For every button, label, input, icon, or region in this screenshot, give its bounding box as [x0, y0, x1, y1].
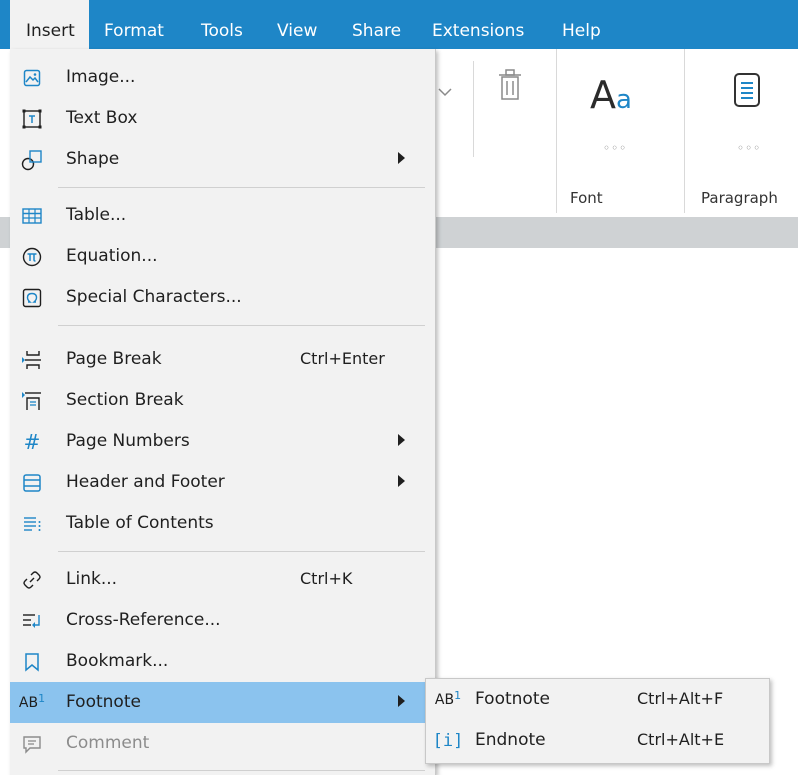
submenu-arrow-icon — [398, 434, 405, 446]
ribbon-separator — [556, 49, 557, 213]
menu-item-label: Cross-Reference... — [66, 610, 221, 630]
submenu-item-endnote[interactable]: [i] Endnote Ctrl+Alt+E — [426, 720, 769, 761]
font-more-button[interactable]: ◦◦◦ — [603, 141, 627, 155]
trash-icon[interactable] — [495, 67, 525, 103]
menu-item-header-and-footer[interactable]: Header and Footer — [10, 462, 435, 503]
submenu-arrow-icon — [398, 152, 405, 164]
ribbon-separator — [684, 49, 685, 213]
footnote-icon: AB 1 — [18, 691, 46, 712]
menu-item-label: Bookmark... — [66, 651, 169, 671]
menu-item-label: Link... — [66, 569, 118, 589]
menu-tools[interactable]: Tools — [201, 0, 243, 49]
menu-item-cross-reference[interactable]: Cross-Reference... — [10, 600, 435, 641]
ribbon-separator — [473, 61, 474, 157]
menu-item-label: Footnote — [66, 692, 141, 712]
omega-icon — [20, 286, 44, 310]
menu-item-page-break[interactable]: Page Break Ctrl+Enter — [10, 339, 435, 380]
toc-icon — [20, 512, 44, 536]
menu-item-label: Page Numbers — [66, 431, 190, 451]
cross-reference-icon — [20, 609, 44, 633]
menu-item-label: Section Break — [66, 390, 184, 410]
font-sample-small: a — [616, 85, 632, 115]
menu-item-image[interactable]: Image... — [10, 57, 435, 98]
submenu-arrow-icon — [398, 695, 405, 707]
chevron-down-icon[interactable] — [436, 83, 454, 101]
menu-item-table-of-contents[interactable]: Table of Contents — [10, 503, 435, 544]
menu-share[interactable]: Share — [352, 0, 401, 49]
menu-item-section-break[interactable]: Section Break — [10, 380, 435, 421]
menu-divider — [58, 551, 425, 552]
menu-item-label: Shape — [66, 149, 120, 169]
menu-item-shape[interactable]: Shape — [10, 139, 435, 180]
link-icon — [20, 568, 44, 592]
submenu-item-label: Footnote — [475, 689, 550, 709]
menu-insert[interactable]: Insert — [10, 0, 89, 49]
section-break-icon — [20, 389, 44, 413]
font-style-button[interactable]: Aa — [590, 73, 632, 117]
menu-help[interactable]: Help — [562, 0, 601, 49]
footnote-submenu: AB 1 Footnote Ctrl+Alt+F [i] Endnote Ctrl… — [425, 678, 770, 764]
menu-item-text-box[interactable]: Text Box — [10, 98, 435, 139]
image-icon — [20, 66, 44, 90]
pi-icon — [20, 245, 44, 269]
menu-item-shortcut: Ctrl+Enter — [300, 349, 385, 368]
font-sample-big: A — [590, 73, 616, 117]
submenu-arrow-icon — [398, 475, 405, 487]
menu-item-bookmark[interactable]: Bookmark... — [10, 641, 435, 682]
menu-item-label: Equation... — [66, 246, 158, 266]
menu-item-footnote[interactable]: AB 1 Footnote — [10, 682, 435, 723]
hash-icon: # — [23, 430, 41, 454]
menu-item-label: Text Box — [66, 108, 138, 128]
insert-menu: Image... Text Box Shape Table... Equatio… — [10, 49, 436, 775]
menu-extensions[interactable]: Extensions — [432, 0, 524, 49]
page-break-icon — [20, 348, 44, 372]
font-group-label: Font — [570, 189, 603, 207]
paragraph-icon[interactable] — [731, 72, 763, 108]
menu-item-label: Page Break — [66, 349, 162, 369]
comment-icon — [20, 732, 44, 756]
endnote-icon: [i] — [432, 731, 464, 751]
paragraph-more-button[interactable]: ◦◦◦ — [737, 141, 761, 155]
table-icon — [20, 204, 44, 228]
menu-item-label: Table... — [66, 205, 127, 225]
menu-item-shortcut: Ctrl+K — [300, 569, 353, 588]
shape-icon — [20, 148, 44, 172]
footnote-icon: AB 1 — [434, 688, 462, 709]
menu-item-label: Image... — [66, 67, 136, 87]
submenu-item-shortcut: Ctrl+Alt+F — [637, 689, 724, 708]
menu-item-table[interactable]: Table... — [10, 195, 435, 236]
menu-item-link[interactable]: Link... Ctrl+K — [10, 559, 435, 600]
menu-divider — [58, 325, 425, 326]
menu-bar: Insert Format Tools View Share Extension… — [0, 0, 798, 49]
menu-item-label: Header and Footer — [66, 472, 225, 492]
menu-item-page-numbers[interactable]: # Page Numbers — [10, 421, 435, 462]
menu-format[interactable]: Format — [104, 0, 164, 49]
menu-divider — [58, 187, 425, 188]
menu-item-label: Special Characters... — [66, 287, 242, 307]
menu-view[interactable]: View — [277, 0, 317, 49]
header-footer-icon — [20, 471, 44, 495]
text-box-icon — [20, 107, 44, 131]
menu-item-label: Table of Contents — [66, 513, 214, 533]
menu-divider — [58, 770, 425, 771]
menu-item-label: Comment — [66, 733, 150, 753]
menu-item-comment[interactable]: Comment — [10, 723, 435, 764]
submenu-item-label: Endnote — [475, 730, 546, 750]
menu-item-special-characters[interactable]: Special Characters... — [10, 277, 435, 318]
paragraph-group-label: Paragraph — [701, 189, 778, 207]
submenu-item-footnote[interactable]: AB 1 Footnote Ctrl+Alt+F — [426, 679, 769, 720]
menu-item-equation[interactable]: Equation... — [10, 236, 435, 277]
submenu-item-shortcut: Ctrl+Alt+E — [637, 730, 725, 749]
bookmark-icon — [20, 650, 44, 674]
